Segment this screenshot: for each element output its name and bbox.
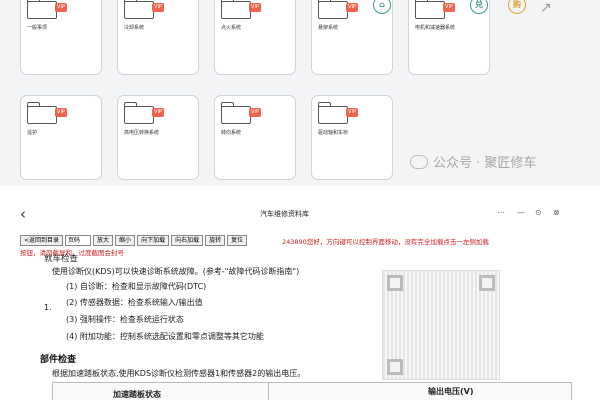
zoom-out-button[interactable]: 缩小 [115, 234, 136, 246]
back-to-index-button[interactable]: <返回到目录 [20, 234, 64, 246]
folder-icon [124, 0, 154, 19]
notice-line-1: 243890您好，方向键可以控制界面移动，没有完全加载点击一左侧加载 [282, 238, 489, 246]
folder-icon [221, 0, 251, 19]
list-item: (4) 附加功能：控制系统选配设置和零点调整等其它功能 [66, 332, 264, 341]
folder-tile-ignition[interactable]: VIP 点火系统 [214, 0, 296, 75]
section-title: 就车检查 [44, 254, 79, 264]
folder-icon [27, 0, 57, 19]
close-icon[interactable]: ⊗ [553, 208, 560, 217]
rotate-button[interactable]: 旋转 [205, 234, 226, 246]
table-header-cell: 输出电压(V) [428, 387, 474, 396]
list-item: (1) 自诊断：检查和显示故障代码(DTC) [66, 282, 207, 291]
folder-icon [415, 0, 445, 19]
folder-icon [318, 102, 348, 124]
list-marker: 1. [44, 303, 52, 312]
list-item: (2) 传感器数据：检查系统输入/输出值 [66, 298, 203, 307]
folder-tile-maintenance[interactable]: VIP 遥护 [20, 95, 102, 180]
folder-icon [221, 102, 251, 124]
folder-label: 悬架系统 [318, 25, 339, 31]
folder-label: 一般事项 [27, 25, 48, 31]
load-down-button[interactable]: 向下加载 [137, 234, 170, 246]
folder-label: 冷却系统 [124, 25, 145, 31]
vip-badge: VIP [249, 3, 261, 12]
folder-label: 电机和减速器系统 [415, 25, 456, 31]
wechat-icon [410, 154, 428, 169]
viewer-topbar: ‹ 汽车维修资料库 ⋯ — ⊙ ⊗ [0, 200, 600, 228]
vip-badge: VIP [152, 3, 164, 12]
vip-badge: VIP [346, 108, 358, 117]
vip-badge: VIP [346, 3, 358, 12]
table-header-cell: 加速踏板状态 [113, 390, 161, 399]
folder-tile-cooling[interactable]: VIP 冷却系统 [117, 0, 199, 75]
folder-icon [27, 102, 57, 124]
vip-badge: VIP [55, 3, 67, 12]
vip-badge: VIP [443, 3, 455, 12]
folder-icon [124, 102, 154, 124]
folder-tile-driveshaft-axle[interactable]: VIP 驱动轴和车桥 [311, 95, 393, 180]
reset-button[interactable]: 复位 [227, 234, 248, 246]
folder-icon [318, 0, 348, 19]
folder-label: 转向系统 [221, 130, 242, 136]
table-header: 加速踏板状态 输出电压(V) [52, 382, 572, 400]
vip-badge: VIP [55, 108, 67, 117]
page-select[interactable]: 页码 [65, 234, 92, 246]
refresh-icon[interactable]: ⊙ [535, 208, 542, 217]
watermark: 公众号 · 聚匠修车 [410, 152, 536, 171]
qr-code-watermark [382, 270, 500, 380]
zoom-in-button[interactable]: 放大 [93, 234, 114, 246]
more-icon[interactable]: ⋯ [497, 208, 505, 217]
vip-badge: VIP [249, 108, 261, 117]
component-heading: 部件检查 [40, 355, 77, 365]
component-text: 根据加速踏板状态,使用KDS诊断仪检测传感器1和传感器2的输出电压。 [52, 369, 306, 378]
viewer-toolbar: <返回到目录 页码 放大 缩小 向下加载 向右加载 旋转 复位 [20, 234, 248, 246]
folder-label: 高电压转换系统 [124, 130, 160, 136]
minimize-icon[interactable]: — [517, 208, 525, 217]
folder-tile-hv-conversion[interactable]: VIP 高电压转换系统 [117, 95, 199, 180]
folder-grid: VIP 一般事项 VIP 冷却系统 VIP 点火系统 VIP 悬架系统 VIP … [0, 0, 600, 186]
intro-text: 使用诊断仪(KDS)可以快速诊断系统故障。(参考-"故障代码诊断指南") [52, 267, 300, 276]
folder-label: 遥护 [27, 130, 38, 136]
folder-tile-general[interactable]: VIP 一般事项 [20, 0, 102, 75]
load-right-button[interactable]: 向右加载 [171, 234, 204, 246]
list-item: (3) 强制操作：检查系统运行状态 [66, 315, 184, 324]
app-title: 汽车维修资料库 [260, 210, 309, 218]
vip-badge: VIP [152, 108, 164, 117]
watermark-text: 公众号 · 聚匠修车 [433, 156, 537, 171]
folder-label: 点火系统 [221, 25, 242, 31]
back-arrow-icon[interactable]: ‹ [20, 205, 26, 223]
folder-label: 驱动轴和车桥 [318, 130, 349, 136]
share-icon[interactable]: ↗ [540, 0, 560, 17]
purchase-icon[interactable]: 购 [508, 0, 526, 14]
folder-tile-steering[interactable]: VIP 转向系统 [214, 95, 296, 180]
